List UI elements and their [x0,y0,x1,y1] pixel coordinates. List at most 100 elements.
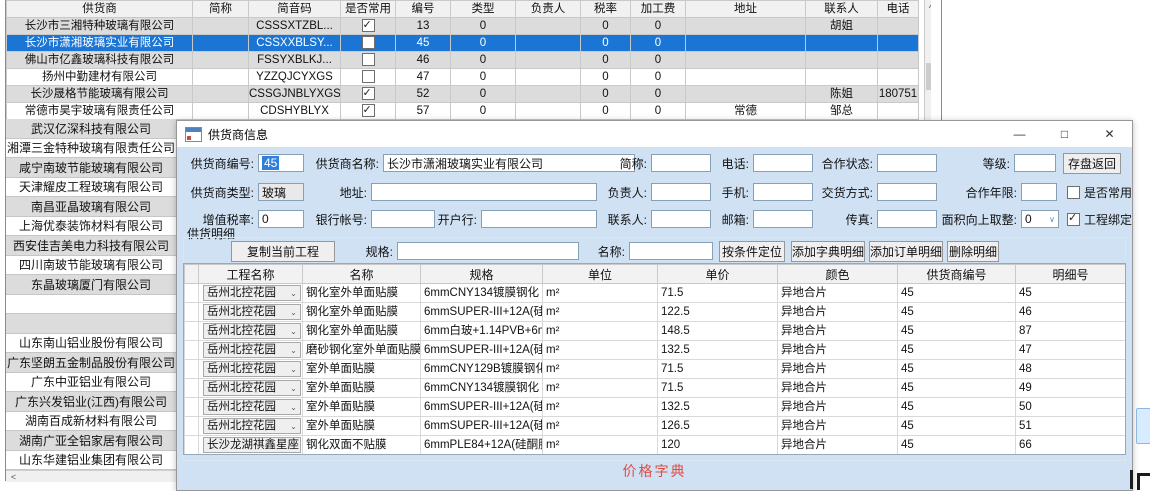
col-header-type[interactable]: 类型 [451,1,516,18]
supplier-list-item[interactable]: 武汉亿深科技有限公司 [6,119,176,139]
supplier-row[interactable]: 佛山市亿鑫玻璃科技有限公司 FSSYXBLKJ... 46 0 0 0 [7,52,919,69]
col-header-tax[interactable]: 税率 [581,1,631,18]
detail-col-supplier-id[interactable]: 供货商编号 [898,265,1016,284]
bank-account-input[interactable] [371,210,435,228]
detail-col-price[interactable]: 单价 [658,265,778,284]
spec-filter-input[interactable] [397,242,579,260]
detail-row[interactable]: 长沙龙湖祺鑫星座 钢化双面不贴膜 6mmPLE84+12A(硅酮胶... m² … [185,436,1126,455]
supplier-list-item[interactable]: 广东兴发铝业(江西)有限公司 [6,392,176,412]
common-checkbox[interactable] [362,36,375,49]
manager-input[interactable] [651,183,711,201]
detail-row[interactable]: 岳州北控花园 室外单面贴膜 6mmCNY134镀膜钢化 m² 71.5 异地合片… [185,379,1126,398]
contact-input[interactable] [651,210,711,228]
close-button[interactable]: ✕ [1087,121,1132,147]
copy-current-project-button[interactable]: 复制当前工程 [231,241,335,262]
project-combo[interactable]: 岳州北控花园 [203,418,301,434]
coop-status-input[interactable] [877,154,937,172]
detail-col-project[interactable]: 工程名称 [199,265,303,284]
supplier-list-item[interactable]: 山东南山铝业股份有限公司 [6,334,176,354]
common-checkbox[interactable] [362,53,375,66]
supplier-list-item[interactable] [6,314,176,334]
project-combo[interactable]: 岳州北控花园 [203,361,301,377]
common-checkbox[interactable] [362,104,375,117]
supplier-list-item[interactable]: 西安佳吉美电力科技有限公司 [6,236,176,256]
supplier-list-item[interactable]: 湖南广亚全铝家居有限公司 [6,431,176,451]
project-combo[interactable]: 岳州北控花园 [203,399,301,415]
col-header-code[interactable]: 简音码 [249,1,341,18]
project-bind-checkbox-field[interactable]: 工程绑定 [1067,209,1132,229]
coop-years-input[interactable] [1021,183,1057,201]
supplier-id-input[interactable]: 45 [258,154,304,172]
detail-row[interactable]: 岳州北控花园 钢化室外单面贴膜 6mm白玻+1.14PVB+6mm... m² … [185,322,1126,341]
grid-vertical-scrollbar[interactable]: ^ [924,0,931,120]
minimize-button[interactable]: — [997,121,1042,147]
col-header-id[interactable]: 编号 [396,1,451,18]
detail-col-detail-id[interactable]: 明细号 [1016,265,1126,284]
dialog-titlebar[interactable]: 供货商信息 — □ ✕ [177,121,1132,147]
locate-by-condition-button[interactable]: 按条件定位 [719,241,785,262]
project-combo[interactable]: 岳州北控花园 [203,342,301,358]
supplier-list-item[interactable]: 天津耀皮工程玻璃有限公司 [6,178,176,198]
common-use-checkbox-field[interactable]: 是否常用 [1067,182,1132,202]
col-header-manager[interactable]: 负责人 [516,1,581,18]
col-header-phone[interactable]: 电话 [878,1,919,18]
supplier-list-item[interactable]: 南昌亚晶玻璃有限公司 [6,197,176,217]
detail-row[interactable]: 岳州北控花园 室外单面贴膜 6mmSUPER-III+12A(硅... m² 1… [185,417,1126,436]
project-combo[interactable]: 岳州北控花园 [203,380,301,396]
supplier-list-item[interactable]: 咸宁南玻节能玻璃有限公司 [6,158,176,178]
supplier-name-input[interactable]: 长沙市潇湘玻璃实业有限公司 [383,154,635,172]
supplier-list-item[interactable]: 湖南百成新材料有限公司 [6,412,176,432]
detail-col-color[interactable]: 颜色 [778,265,898,284]
col-header-supplier[interactable]: 供货商 [7,1,193,18]
fax-input[interactable] [877,210,937,228]
area-round-up-select[interactable]: 0 ∨ [1021,210,1059,228]
detail-row[interactable]: 岳州北控花园 钢化室外单面贴膜 6mmSUPER-III+12A(硅... m²… [185,303,1126,322]
scroll-left-icon[interactable]: < [6,471,21,482]
common-checkbox[interactable] [362,87,375,100]
supplier-list-item[interactable]: 上海优泰装饰材料有限公司 [6,217,176,237]
common-checkbox[interactable] [362,19,375,32]
col-header-contact[interactable]: 联系人 [806,1,878,18]
supplier-list-item[interactable] [6,295,176,315]
project-bind-checkbox[interactable] [1067,213,1080,226]
delivery-input[interactable] [877,183,937,201]
mobile-input[interactable] [753,183,813,201]
scroll-up-icon[interactable]: ^ [925,0,931,15]
detail-row[interactable]: 岳州北控花园 室外单面贴膜 6mmCNY129B镀膜钢化 m² 71.5 异地合… [185,360,1126,379]
detail-row[interactable]: 岳州北控花园 钢化室外单面贴膜 6mmCNY134镀膜钢化 m² 71.5 异地… [185,284,1126,303]
detail-col-unit[interactable]: 单位 [543,265,658,284]
project-combo[interactable]: 岳州北控花园 [203,285,301,301]
detail-row[interactable]: 岳州北控花园 室外单面贴膜 6mmSUPER-III+12A(硅... m² 1… [185,398,1126,417]
supplier-list-item[interactable]: 广东中亚铝业有限公司 [6,373,176,393]
save-return-button[interactable]: 存盘返回 [1063,153,1121,174]
abbr-input[interactable] [651,154,711,172]
add-dictionary-detail-button[interactable]: 添加字典明细 [791,241,865,262]
supplier-list-item[interactable]: 四川南玻节能玻璃有限公司 [6,256,176,276]
grid-horizontal-scrollbar[interactable]: < [6,470,176,482]
scrollbar-thumb[interactable] [926,63,931,90]
supplier-row[interactable]: 常德市昊宇玻璃有限责任公司 CDSHYBLYX 57 0 0 0 常德 邹总 [7,103,919,120]
col-header-fee[interactable]: 加工费 [631,1,686,18]
phone-input[interactable] [753,154,813,172]
col-header-abbr[interactable]: 简称 [193,1,249,18]
detail-row[interactable]: 岳州北控花园 磨砂钢化室外单面贴膜 6mmSUPER-III+12A(硅... … [185,341,1126,360]
supplier-list-item[interactable]: 广东坚朗五金制品股份有限公司 [6,353,176,373]
supplier-row[interactable]: 长沙晟格节能玻璃有限公司 CSSGJNBLYXGS 52 0 0 0 陈姐 18… [7,86,919,103]
detail-col-spec[interactable]: 规格 [421,265,543,284]
address-input[interactable] [371,183,597,201]
supplier-row[interactable]: 长沙市潇湘玻璃实业有限公司 CSSXXBLSY... 45 0 0 0 [7,35,919,52]
add-order-detail-button[interactable]: 添加订单明细 [869,241,943,262]
detail-col-name[interactable]: 名称 [303,265,421,284]
supplier-row[interactable]: 长沙市三湘特种玻璃有限公司 CSSSXTZBL... 13 0 0 0 胡姐 [7,18,919,35]
vat-rate-input[interactable]: 0 [258,210,304,228]
bank-name-input[interactable] [481,210,597,228]
col-header-address[interactable]: 地址 [686,1,806,18]
supplier-list-item[interactable]: 山东华建铝业集团有限公司 [6,451,176,471]
maximize-button[interactable]: □ [1042,121,1087,147]
supplier-list-item[interactable]: 湘潭三金特种玻璃有限责任公司 [6,139,176,159]
common-checkbox[interactable] [362,70,375,83]
delete-detail-button[interactable]: 删除明细 [947,241,999,262]
supplier-row[interactable]: 扬州中勤建材有限公司 YZZQJCYXGS 47 0 0 0 [7,69,919,86]
project-combo[interactable]: 岳州北控花园 [203,304,301,320]
supplier-type-input[interactable]: 玻璃 [258,183,304,201]
